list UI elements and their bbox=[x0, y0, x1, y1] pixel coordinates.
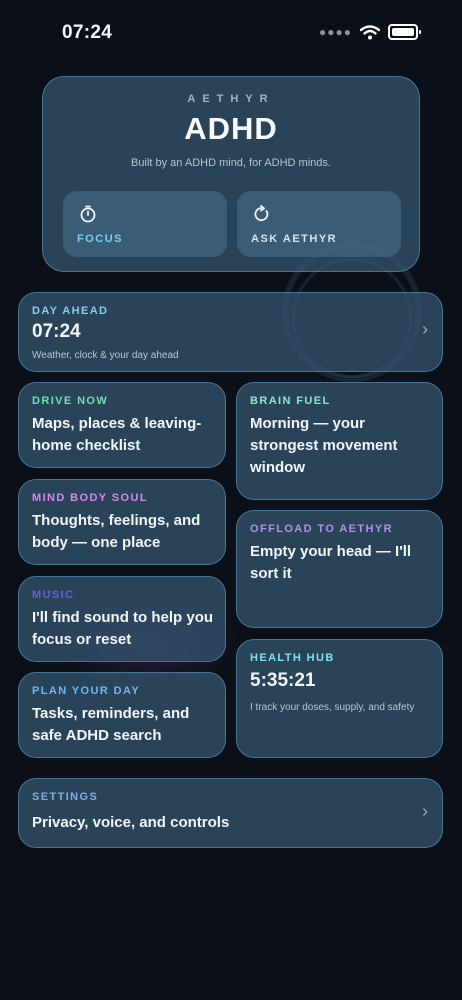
settings-label: SETTINGS bbox=[32, 791, 99, 803]
settings-card[interactable]: SETTINGS Privacy, voice, and controls › bbox=[18, 778, 443, 848]
health-hub-timer: 5:35:21 bbox=[250, 670, 316, 691]
health-hub-card[interactable]: HEALTH HUB 5:35:21 I track your doses, s… bbox=[236, 639, 443, 758]
brain-fuel-label: BRAIN FUEL bbox=[250, 395, 331, 407]
chevron-right-icon: › bbox=[422, 319, 428, 339]
drive-now-text: Maps, places & leaving-home checklist bbox=[32, 415, 202, 454]
wifi-icon bbox=[360, 24, 380, 39]
brain-fuel-card[interactable]: BRAIN FUEL Morning — your strongest move… bbox=[236, 382, 443, 500]
focus-button[interactable]: FOCUS bbox=[63, 191, 227, 257]
brain-fuel-text: Morning — your strongest movement window bbox=[250, 415, 398, 476]
signal-icon: ●●●● bbox=[319, 25, 352, 39]
music-card[interactable]: MUSIC I'll find sound to help you focus … bbox=[18, 576, 226, 662]
health-hub-label: HEALTH HUB bbox=[250, 652, 335, 664]
mind-body-soul-label: MIND BODY SOUL bbox=[32, 492, 148, 504]
settings-text: Privacy, voice, and controls bbox=[32, 814, 230, 831]
drive-now-label: DRIVE NOW bbox=[32, 395, 109, 407]
music-text: I'll find sound to help you focus or res… bbox=[32, 609, 214, 648]
status-time: 07:24 bbox=[62, 22, 113, 43]
app-title: ADHD bbox=[184, 111, 278, 146]
offload-label: OFFLOAD TO AETHYR bbox=[250, 523, 393, 535]
battery-icon bbox=[388, 24, 421, 40]
health-hub-description: I track your doses, supply, and safety bbox=[250, 702, 415, 713]
offload-card[interactable]: OFFLOAD TO AETHYR Empty your head — I'll… bbox=[236, 510, 443, 628]
app-tagline: Built by an ADHD mind, for ADHD minds. bbox=[131, 157, 331, 169]
plan-your-day-label: PLAN YOUR DAY bbox=[32, 685, 141, 697]
day-ahead-label: DAY AHEAD bbox=[32, 305, 109, 317]
refresh-icon bbox=[254, 205, 269, 222]
day-ahead-clock: 07:24 bbox=[32, 321, 81, 342]
hero-card: AETHYR ADHD Built by an ADHD mind, for A… bbox=[42, 76, 420, 272]
focus-label: FOCUS bbox=[77, 233, 123, 245]
day-ahead-card[interactable]: DAY AHEAD 07:24 Weather, clock & your da… bbox=[18, 292, 443, 372]
day-ahead-description: Weather, clock & your day ahead bbox=[32, 350, 179, 361]
ask-aethyr-label: ASK AETHYR bbox=[251, 233, 338, 245]
ask-aethyr-button[interactable]: ASK AETHYR bbox=[237, 191, 401, 257]
plan-your-day-card[interactable]: PLAN YOUR DAY Tasks, reminders, and safe… bbox=[18, 672, 226, 758]
plan-your-day-text: Tasks, reminders, and safe ADHD search bbox=[32, 705, 190, 744]
stopwatch-icon bbox=[80, 205, 96, 223]
status-icons: ●●●● bbox=[319, 24, 421, 40]
mind-body-soul-text: Thoughts, feelings, and body — one place bbox=[32, 512, 201, 551]
drive-now-card[interactable]: DRIVE NOW Maps, places & leaving-home ch… bbox=[18, 382, 226, 468]
mind-body-soul-card[interactable]: MIND BODY SOUL Thoughts, feelings, and b… bbox=[18, 479, 226, 565]
offload-text: Empty your head — I'll sort it bbox=[250, 543, 412, 582]
status-bar: 07:24 ●●●● bbox=[0, 0, 462, 64]
music-label: MUSIC bbox=[32, 589, 75, 601]
brand-name: AETHYR bbox=[187, 93, 275, 105]
chevron-right-icon: › bbox=[422, 801, 428, 821]
